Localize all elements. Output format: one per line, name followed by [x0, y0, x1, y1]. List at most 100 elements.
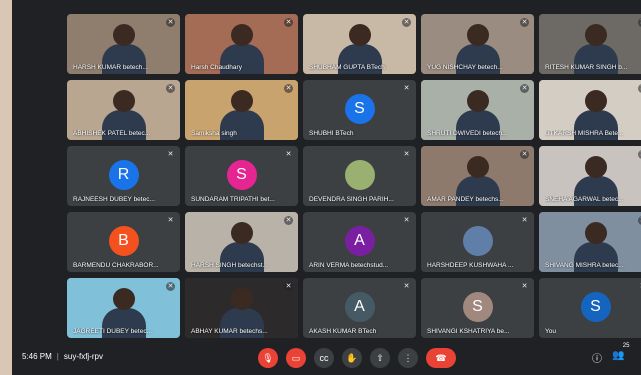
participant-name: HARSH SINGH betechst...	[191, 262, 268, 269]
mic-muted-icon: ✕	[520, 18, 529, 27]
raise-hand-icon: ✋	[346, 353, 358, 363]
person-head	[466, 24, 489, 46]
captions-button[interactable]: cc	[314, 348, 334, 368]
participant-tile[interactable]: ✕ ABHISHEK PATEL betec...	[67, 80, 180, 140]
participant-tile[interactable]: B ✕ BARMENDU CHAKRABOR...	[67, 212, 180, 272]
participant-name: BARMENDU CHAKRABOR...	[73, 262, 159, 269]
participant-tile[interactable]: ✕ HARSH SINGH betechst...	[185, 212, 298, 272]
person-head	[230, 90, 253, 112]
person-head	[230, 222, 253, 244]
participant-tile[interactable]: S ✕ SHUBHI BTech	[303, 80, 416, 140]
present-button[interactable]: ⇧	[370, 348, 390, 368]
participant-tile[interactable]: ✕ HARSH KUMAR betech...	[67, 14, 180, 74]
mic-muted-icon: ✕	[521, 283, 528, 290]
avatar: S	[226, 160, 257, 190]
person-head	[466, 90, 489, 112]
person-head	[584, 156, 607, 178]
hang-up-button[interactable]: ☎	[426, 348, 456, 368]
bottom-bar: 5:46 PM | suy-fxfj-rpv 🎙 ▭ cc ✋ ⇧ ⋮ ☎ ⓘ 👥 2…	[12, 340, 641, 375]
participant-tile[interactable]: S✕You	[539, 278, 641, 338]
person-head	[230, 288, 253, 310]
people-button[interactable]: 👥 25	[612, 343, 629, 365]
side-panel-buttons: ⓘ 👥 25	[592, 343, 629, 365]
participant-tile[interactable]: ✕ YUG NISHCHAY betech...	[421, 14, 534, 74]
avatar	[462, 226, 493, 256]
raise-hand-button[interactable]: ✋	[342, 348, 362, 368]
mic-muted-icon: ✕	[284, 216, 293, 225]
participant-name: AMAR PANDEY betechs...	[427, 196, 504, 203]
camera-off-button[interactable]: ▭	[286, 348, 306, 368]
participant-tile[interactable]: ✕ SHUBHAM GUPTA BTech	[303, 14, 416, 74]
participant-tile[interactable]: ✕ Harsh Chaudhary	[185, 14, 298, 74]
avatar: R	[108, 160, 139, 190]
avatar: A	[344, 226, 375, 256]
participant-name: You	[545, 328, 556, 335]
participant-tile[interactable]: S ✕ SHIVANGI KSHATRIYA be...	[421, 278, 534, 338]
participant-name: Samiksha singh	[191, 130, 237, 137]
mic-off-button[interactable]: 🎙	[258, 348, 278, 368]
participant-tile[interactable]: R ✕ RAJNEESH DUBEY betec...	[67, 146, 180, 206]
mic-muted-icon: ✕	[167, 217, 174, 224]
participant-tile[interactable]: ✕ DEVENDRA SINGH PARIH...	[303, 146, 416, 206]
more-options-icon: ⋮	[403, 353, 413, 363]
participant-tile[interactable]: ✕UTKARSH MISHRA Bete...	[539, 80, 641, 140]
info-button[interactable]: ⓘ	[592, 350, 602, 365]
people-icon: 👥	[612, 350, 625, 361]
avatar: S	[462, 292, 493, 322]
participant-tile[interactable]: ✕ Samiksha singh	[185, 80, 298, 140]
participant-name: RAJNEESH DUBEY betec...	[73, 196, 155, 203]
mic-muted-icon: ✕	[520, 84, 529, 93]
person-head	[584, 222, 607, 244]
avatar: S	[580, 292, 611, 322]
mic-off-icon: 🎙	[262, 353, 274, 363]
mic-muted-icon: ✕	[166, 282, 175, 291]
participant-name: SUNDARAM TRIPATHI bet...	[191, 196, 275, 203]
participant-tile[interactable]: ✕ JAGREETI DUBEY betec...	[67, 278, 180, 338]
participant-tile[interactable]: ✕ SHRUTI DWIVEDI betech...	[421, 80, 534, 140]
participant-tile[interactable]: A ✕ AKASH KUMAR BTech	[303, 278, 416, 338]
mic-muted-icon: ✕	[402, 18, 411, 27]
participant-name: ABHISHEK PATEL betec...	[73, 130, 151, 137]
participant-name: JAGREETI DUBEY betec...	[73, 328, 152, 335]
participant-name: ABHAY KUMAR betechs...	[191, 328, 268, 335]
people-count: 25	[622, 343, 630, 349]
participant-name: Harsh Chaudhary	[191, 64, 242, 71]
participant-tile[interactable]: ✕SHIVANG MISHRA betec...	[539, 212, 641, 272]
participant-tile[interactable]: ✕SNEHA AGARWAL betec...	[539, 146, 641, 206]
mic-muted-icon: ✕	[166, 84, 175, 93]
participant-tile[interactable]: ✕ HARSHDEEP KUSHWAHA ...	[421, 212, 534, 272]
meeting-time: 5:46 PM	[22, 352, 52, 361]
person-head	[466, 156, 489, 178]
participant-name: SHUBHAM GUPTA BTech	[309, 64, 385, 71]
person-head	[230, 24, 253, 46]
participant-name: YUG NISHCHAY betech...	[427, 64, 503, 71]
mic-muted-icon: ✕	[403, 217, 410, 224]
person-head	[112, 24, 135, 46]
participant-name: SHIVANG MISHRA betec...	[545, 262, 624, 269]
mic-muted-icon: ✕	[166, 18, 175, 27]
camera-off-icon: ▭	[291, 353, 301, 363]
meet-window: ✕ HARSH KUMAR betech... ✕ Harsh Chaudhary ✕ S…	[12, 0, 641, 375]
more-options-button[interactable]: ⋮	[398, 348, 418, 368]
mic-muted-icon: ✕	[521, 217, 528, 224]
avatar	[344, 160, 375, 190]
participant-tile[interactable]: S ✕ SUNDARAM TRIPATHI bet...	[185, 146, 298, 206]
mic-muted-icon: ✕	[167, 151, 174, 158]
participant-name: UTKARSH MISHRA Bete...	[545, 130, 624, 137]
mic-muted-icon: ✕	[285, 151, 292, 158]
participant-tile[interactable]: ✕ ABHAY KUMAR betechs...	[185, 278, 298, 338]
participant-tile[interactable]: ✕RITESH KUMAR SINGH b...	[539, 14, 641, 74]
participant-name: AKASH KUMAR BTech	[309, 328, 377, 335]
mic-muted-icon: ✕	[284, 84, 293, 93]
participant-grid: ✕ HARSH KUMAR betech... ✕ Harsh Chaudhary ✕ S…	[67, 14, 641, 340]
participant-tile[interactable]: A ✕ ARIN VERMA betechstud...	[303, 212, 416, 272]
avatar: A	[344, 292, 375, 322]
participant-name: SNEHA AGARWAL betec...	[545, 196, 624, 203]
separator: |	[56, 352, 59, 361]
person-head	[584, 90, 607, 112]
mic-muted-icon: ✕	[520, 150, 529, 159]
participant-tile[interactable]: ✕ AMAR PANDEY betechs...	[421, 146, 534, 206]
participant-name: HARSHDEEP KUSHWAHA ...	[427, 262, 514, 269]
participant-name: SHRUTI DWIVEDI betech...	[427, 130, 508, 137]
participant-name: ARIN VERMA betechstud...	[309, 262, 389, 269]
